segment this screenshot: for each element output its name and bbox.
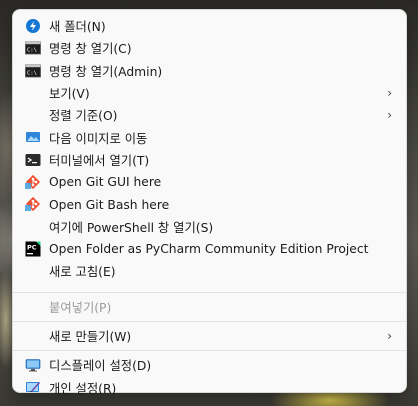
menu-spacer (13, 283, 406, 289)
menu-item-label: 정렬 기준(O) (49, 109, 118, 124)
menu-item-label: 보기(V) (49, 87, 90, 102)
command-prompt-icon: C:\ (25, 41, 41, 55)
menu-item-label: 개인 설정(R) (49, 381, 117, 396)
menu-item-label: 새 폴더(N) (49, 20, 106, 35)
menu-item-open-git-gui[interactable]: Open Git GUI here (17, 171, 402, 193)
chevron-right-icon: › (387, 328, 392, 343)
menu-item-label: 붙여넣기(P) (49, 300, 112, 315)
menu-item-label: Open Git Bash here (49, 197, 170, 212)
menu-item-open-in-terminal[interactable]: 터미널에서 열기(T) (17, 149, 402, 171)
menu-item-sort-by[interactable]: 정렬 기준(O) › (17, 104, 402, 126)
menu-item-next-background[interactable]: 다음 이미지로 이동 (17, 126, 402, 148)
menu-item-open-command-window[interactable]: C:\ 명령 창 열기(C) (17, 37, 402, 59)
menu-item-paste: 붙여넣기(P) (17, 296, 402, 318)
menu-item-open-command-window-admin[interactable]: C:\ 명령 창 열기(Admin) (17, 60, 402, 82)
terminal-icon (25, 153, 41, 166)
svg-text:C:\: C:\ (27, 70, 37, 76)
menu-item-label: Open Folder as PyCharm Community Edition… (49, 242, 369, 257)
menu-item-open-pycharm-project[interactable]: PC Open Folder as PyCharm Community Edit… (17, 238, 402, 260)
svg-text:C:\: C:\ (27, 48, 37, 54)
menu-item-label: 터미널에서 열기(T) (49, 153, 150, 168)
command-prompt-icon: C:\ (25, 64, 41, 77)
chevron-right-icon: › (387, 85, 392, 100)
personalize-icon (26, 382, 40, 393)
menu-item-new[interactable]: 새로 만들기(W) › (17, 325, 402, 347)
menu-separator (13, 291, 406, 293)
display-settings-icon (25, 359, 41, 372)
menu-separator (13, 350, 406, 352)
menu-item-view[interactable]: 보기(V) › (17, 82, 402, 104)
menu-item-label: 새로 고침(E) (49, 265, 116, 280)
menu-item-label: 새로 만들기(W) (49, 330, 132, 344)
pycharm-icon: PC (25, 241, 41, 257)
menu-item-personalize[interactable]: 개인 설정(R) (17, 376, 402, 398)
menu-item-open-powershell[interactable]: 여기에 PowerShell 창 열기(S) (17, 216, 402, 238)
desktop-background-icon (26, 132, 40, 143)
menu-item-label: 명령 창 열기(Admin) (49, 64, 163, 79)
new-folder-icon (26, 19, 40, 33)
desktop-context-menu: 새 폴더(N) C:\ 명령 창 열기(C) C:\ 명령 창 열기(Admin… (12, 9, 407, 396)
git-icon (25, 197, 41, 212)
menu-item-label: 디스플레이 설정(D) (49, 359, 152, 374)
menu-item-label: 명령 창 열기(C) (49, 42, 132, 57)
menu-item-label: Open Git GUI here (49, 175, 162, 190)
git-icon (25, 175, 41, 190)
menu-item-open-git-bash[interactable]: Open Git Bash here (17, 193, 402, 215)
menu-item-label: 다음 이미지로 이동 (49, 131, 148, 146)
chevron-right-icon: › (387, 108, 392, 123)
menu-item-label: 여기에 PowerShell 창 열기(S) (49, 220, 214, 235)
menu-item-display-settings[interactable]: 디스플레이 설정(D) (17, 354, 402, 376)
menu-item-refresh[interactable]: 새로 고침(E) (17, 260, 402, 282)
menu-separator (13, 320, 406, 322)
svg-text:PC: PC (27, 243, 37, 251)
menu-item-new-folder[interactable]: 새 폴더(N) (17, 15, 402, 37)
